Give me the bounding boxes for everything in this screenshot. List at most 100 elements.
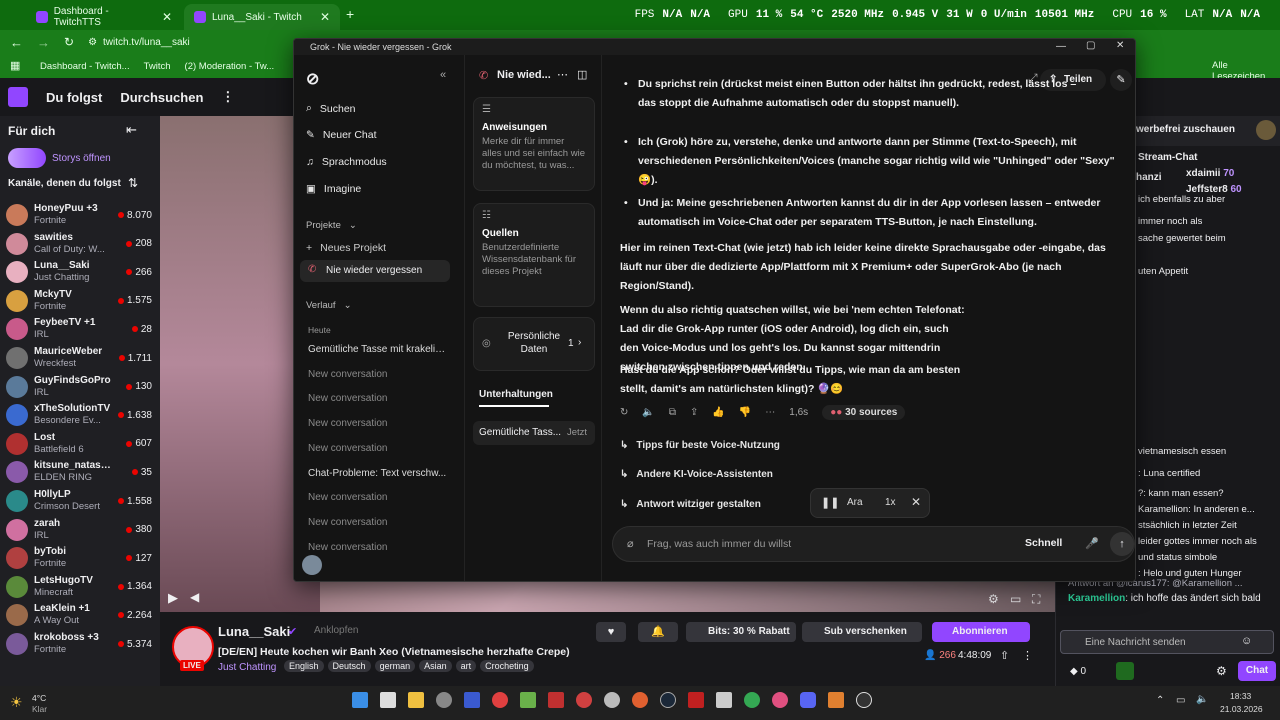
more-icon[interactable]: ⋯ [765,407,775,418]
app-icon[interactable] [520,692,536,708]
tag[interactable]: art [455,660,477,672]
vscode-icon[interactable] [464,692,480,708]
weather-icon[interactable]: ☀ [10,694,23,711]
suggestion[interactable]: ↳ Andere KI-Voice-Assistenten [620,469,773,480]
conversation-item[interactable]: New conversation [308,393,448,404]
more-icon[interactable]: ⋮ [221,89,234,105]
mouse-icon[interactable] [436,692,452,708]
back-icon[interactable]: ← [10,35,23,50]
close-icon[interactable]: ✕ [1116,40,1124,51]
follow-heart-icon[interactable]: ♥ [596,622,626,642]
conversation-item[interactable]: New conversation [308,443,448,454]
theatre-mode-icon[interactable]: ▭ [1010,592,1021,606]
mode-select[interactable]: Schnell [1025,537,1062,549]
share-icon[interactable]: ⇪ [690,407,698,418]
followed-channel[interactable]: LetsHugoTV Minecraft 1.364 [6,572,152,602]
app-icon[interactable] [688,692,704,708]
sidebar-item-voice[interactable]: ♫ Sprachmodus [306,156,387,168]
discord-icon[interactable] [800,692,816,708]
app-icon[interactable] [716,692,732,708]
followed-channel[interactable]: H0llyLP Crimson Desert 1.558 [6,486,152,516]
followed-channel[interactable]: MauriceWeber Wreckfest 1.711 [6,343,152,373]
tag[interactable]: English [284,660,324,672]
app-icon[interactable] [548,692,564,708]
tab-conversations[interactable]: Unterhaltungen [479,389,553,400]
tab-dashboard[interactable]: Dashboard - TwitchTTS ✕ [26,4,182,30]
followed-channel[interactable]: sawities Call of Duty: W... 208 [6,229,152,259]
conversation-item[interactable]: New conversation [308,542,448,553]
app-icon[interactable] [828,692,844,708]
fullscreen-icon[interactable]: ⛶ [1032,592,1040,607]
nav-following[interactable]: Du folgst [46,90,102,105]
voice-select[interactable]: Ara [847,497,863,508]
apps-grid-icon[interactable]: ▦ [10,59,20,72]
followed-channel[interactable]: byTobi Fortnite 127 [6,543,152,573]
prediction-icon[interactable] [1116,662,1134,680]
address-input[interactable]: twitch.tv/luna__saki [103,37,190,48]
followed-channel[interactable]: FeybeeTV +1 IRL 28 [6,314,152,344]
notification-bell-icon[interactable]: 🔔 [638,622,678,642]
nav-browse[interactable]: Durchsuchen [120,90,203,105]
tag[interactable]: Crocheting [480,660,534,672]
site-info-icon[interactable]: ⚙ [88,37,97,48]
twitch-logo-icon[interactable] [8,87,28,107]
conversation-item[interactable]: New conversation [308,418,448,429]
instructions-card[interactable]: ☰ Anweisungen Merke dir für immer alles … [473,97,595,191]
bookmark-moderation[interactable]: (2) Moderation - Tw... [185,61,275,72]
speaker-icon[interactable]: 🔈 [642,407,654,418]
speed-select[interactable]: 1x [885,497,896,508]
copy-icon[interactable]: ⧉ [669,407,676,418]
followed-channel[interactable]: krokoboss +3 Fortnite 5.374 [6,629,152,659]
chat-user[interactable]: Karamellion [1068,593,1125,604]
user-avatar[interactable] [302,555,322,575]
app-icon[interactable] [772,692,788,708]
suggestion[interactable]: ↳ Antwort witziger gestalten [620,499,761,510]
thumbs-down-icon[interactable]: 👎 [739,407,751,418]
pause-icon[interactable]: ❚❚ [821,496,839,509]
projects-heading[interactable]: Projekte ⌄ [306,220,357,231]
minimize-icon[interactable]: — [1056,41,1066,52]
sources-card[interactable]: ☷ Quellen Benutzerdefinierte Wissensdate… [473,203,595,307]
new-tab-icon[interactable]: + [346,6,354,22]
sidebar-item-search[interactable]: ⌕ Suchen [306,102,356,115]
microphone-icon[interactable]: 🎤 [1085,537,1099,550]
prompt-input[interactable]: ⌀ Frag, was auch immer du willst Schnell… [612,526,1135,562]
knock-button[interactable]: Anklopfen [314,625,358,636]
tag[interactable]: Asian [419,660,452,672]
followed-channel[interactable]: HoneyPuu +3 Fortnite 8.070 [6,200,152,230]
close-icon[interactable]: ✕ [162,10,172,24]
conversation-item[interactable]: New conversation [308,517,448,528]
sidebar-item-active-project[interactable]: ✆ Nie wieder vergessen [300,260,450,282]
explorer-icon[interactable] [408,692,424,708]
followed-channel[interactable]: kitsune_natasc... ELDEN RING 35 [6,457,152,487]
subscribe-button[interactable]: Abonnieren [932,622,1030,642]
gift-sub-button[interactable]: Sub verschenken [802,622,922,642]
channel-name[interactable]: Luna__Saki [218,624,290,639]
settings-icon[interactable]: ⚙ [988,592,999,606]
forward-icon[interactable]: → [37,35,50,50]
tag[interactable]: german [374,660,416,672]
stories-row[interactable]: Storys öffnen [8,148,111,168]
sources-button[interactable]: ●● 30 sources [822,405,906,420]
collapse-sidebar-icon[interactable]: ⇤ [126,122,137,138]
channel-points[interactable]: ◆ 0 [1070,666,1086,677]
personal-data-card[interactable]: ◎ Persönliche Daten 1 › [473,317,595,371]
emote-icon[interactable]: ☺ [1241,635,1252,647]
chat-user[interactable]: xdaimii [1186,168,1220,179]
sort-icon[interactable]: ⇅ [128,176,138,190]
followed-channel[interactable]: LeaKlein +1 A Way Out 2.264 [6,600,152,630]
regenerate-icon[interactable]: ↻ [620,407,628,418]
chat-input[interactable]: Eine Nachricht senden ☺ [1060,630,1274,654]
obs-icon[interactable] [856,692,872,708]
history-heading[interactable]: Verlauf ⌄ [306,300,352,311]
speaker-icon[interactable]: 🔈 [1196,694,1208,705]
project-conversation-item[interactable]: Gemütliche Tass... Jetzt [473,421,595,445]
calculator-icon[interactable] [380,692,396,708]
conversation-item[interactable]: New conversation [308,369,448,380]
app-icon[interactable] [492,692,508,708]
reload-icon[interactable]: ↻ [64,35,74,49]
more-icon[interactable]: ⋮ [1022,649,1033,662]
thumbs-up-icon[interactable]: 👍 [712,407,724,418]
followed-channel[interactable]: Lost Battlefield 6 607 [6,429,152,459]
tag[interactable]: Deutsch [327,660,371,672]
